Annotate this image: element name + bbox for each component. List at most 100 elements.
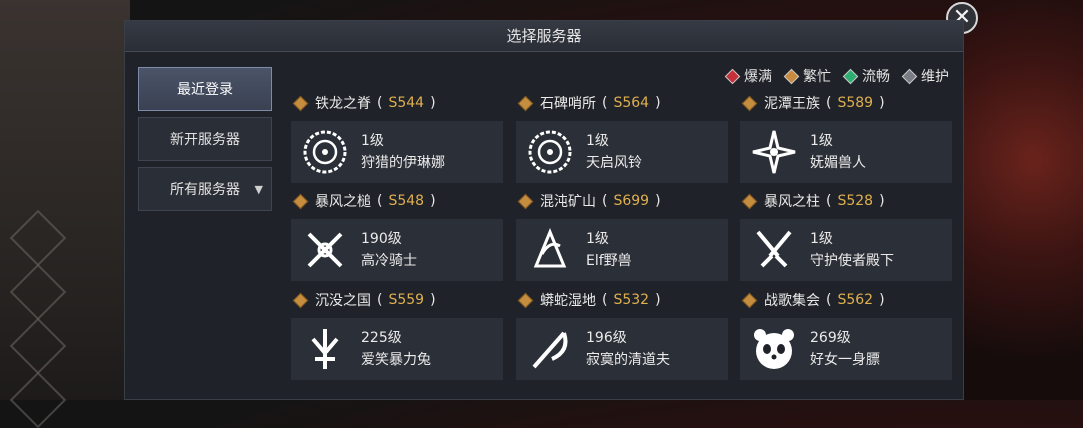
server-code: S548 <box>388 193 425 209</box>
server-header: 泥潭王族 ( S589) <box>740 91 952 115</box>
server-tabs: 最近登录 新开服务器 所有服务器 ▼ <box>138 67 273 217</box>
tab-label: 最近登录 <box>177 82 233 98</box>
server-name: 战歌集会 <box>764 293 820 309</box>
server-code-close: ) <box>879 95 885 111</box>
character-name: 好女一身膘 <box>810 352 880 368</box>
server-header: 战歌集会 (S562) <box>740 288 952 312</box>
tab-new-servers[interactable]: 新开服务器 <box>138 117 272 161</box>
character-card[interactable]: 1级 Elf野兽 <box>516 219 728 281</box>
character-name: 妩媚兽人 <box>810 155 866 171</box>
character-level: 1级 <box>586 133 609 149</box>
server-name: 铁龙之脊 <box>315 96 371 112</box>
server-status-diamond-icon <box>517 193 534 209</box>
server-header: 暴风之槌 (S548) <box>291 189 503 213</box>
server-code-open: ( <box>377 95 383 111</box>
server-header: 蟒蛇湿地 ( S532) <box>516 288 728 312</box>
character-level: 190级 <box>361 231 402 247</box>
character-name: 爱笑暴力兔 <box>361 352 431 368</box>
server-entry[interactable]: 石碑哨所 ( S564) 1级天启风铃 <box>516 91 728 183</box>
server-code-close: ) <box>655 95 661 111</box>
panda-face-icon <box>754 329 794 369</box>
class-emblem-swords-icon <box>307 232 343 268</box>
character-card[interactable]: 1级守护使者殿下 <box>740 219 952 281</box>
server-code: S544 <box>388 95 425 111</box>
triangle-down-icon: ▼ <box>254 183 263 196</box>
server-status-diamond-icon <box>741 193 758 209</box>
tab-recent-login[interactable]: 最近登录 <box>138 67 272 111</box>
character-name: 天启风铃 <box>586 155 642 171</box>
diamond-gray-icon <box>901 68 918 84</box>
character-card[interactable]: 1级狩猎的伊琳娜 <box>291 121 503 183</box>
background-right <box>958 0 1083 400</box>
character-card[interactable]: 1级天启风铃 <box>516 121 728 183</box>
server-status-diamond-icon <box>292 193 309 209</box>
server-entry[interactable]: 蟒蛇湿地 ( S532) 196级寂寞的清道夫 <box>516 288 728 380</box>
legend-label: 爆满 <box>744 69 772 85</box>
server-entry[interactable]: 暴风之柱 (S528) 1级 守护使者殿下 <box>740 189 952 281</box>
server-code: S564 <box>613 95 650 111</box>
server-code: S589 <box>837 95 874 111</box>
server-entry[interactable]: 战歌集会 (S562) 269级好女一身膘 <box>740 288 952 380</box>
server-entry[interactable]: 沉没之国 (S559) 225级 爱笑暴力兔 <box>291 288 503 380</box>
server-name: 混沌矿山 <box>540 194 596 210</box>
server-code: S562 <box>837 292 874 308</box>
character-card[interactable]: 225级 爱笑暴力兔 <box>291 318 503 380</box>
character-card[interactable]: 196级寂寞的清道夫 <box>516 318 728 380</box>
server-code: S532 <box>613 292 650 308</box>
legend-item-smooth: 流畅 <box>842 66 890 86</box>
server-name: 石碑哨所 <box>540 96 596 112</box>
server-header: 沉没之国 (S559) <box>291 288 503 312</box>
character-level: 1级 <box>810 133 833 149</box>
server-entry[interactable]: 暴风之槌 (S548) 190级 高冷骑士 <box>291 189 503 281</box>
server-entry[interactable]: 泥潭王族 ( S589) 1级妩媚兽人 <box>740 91 952 183</box>
server-code-open: ( <box>602 95 608 111</box>
status-legend: 爆满 繁忙 流畅 维护 <box>724 66 949 86</box>
server-entry[interactable]: 混沌矿山 (S699) 1级 Elf野兽 <box>516 189 728 281</box>
character-name: 守护使者殿下 <box>810 253 894 269</box>
character-name: Elf野兽 <box>586 253 632 269</box>
class-emblem-trident-icon <box>311 329 339 369</box>
server-status-diamond-icon <box>741 292 758 308</box>
server-name: 蟒蛇湿地 <box>540 293 596 309</box>
server-header: 铁龙之脊 ( S544) <box>291 91 503 115</box>
class-emblem-scythe-icon <box>532 331 568 369</box>
diamond-orange-icon <box>783 68 800 84</box>
class-emblem-circle-icon <box>528 130 572 174</box>
class-emblem-daggers-icon <box>756 230 792 268</box>
character-level: 1级 <box>586 231 609 247</box>
server-name: 暴风之柱 <box>764 194 820 210</box>
legend-label: 流畅 <box>862 69 890 85</box>
server-code-open: ( <box>826 95 832 111</box>
class-emblem-cross-icon <box>752 130 796 174</box>
character-level: 269级 <box>810 330 851 346</box>
server-name: 泥潭王族 <box>764 96 820 112</box>
tab-label: 新开服务器 <box>170 132 240 148</box>
character-level: 1级 <box>361 133 384 149</box>
character-level: 196级 <box>586 330 627 346</box>
legend-label: 维护 <box>921 69 949 85</box>
server-code-open: ( <box>602 292 608 308</box>
server-code-close: ) <box>879 193 885 209</box>
tab-label: 所有服务器 <box>170 182 240 198</box>
character-level: 1级 <box>810 231 833 247</box>
server-header: 混沌矿山 (S699) <box>516 189 728 213</box>
server-entry[interactable]: 铁龙之脊 ( S544) 1级狩猎的伊琳娜 <box>291 91 503 183</box>
server-code-close: ) <box>430 292 436 308</box>
server-code-close: ) <box>430 95 436 111</box>
character-name: 狩猎的伊琳娜 <box>361 155 445 171</box>
server-select-panel: 选择服务器 最近登录 新开服务器 所有服务器 ▼ 爆满 繁忙 流畅 维护 铁龙之脊… <box>124 20 964 400</box>
server-status-diamond-icon <box>741 95 758 111</box>
server-code-close: ) <box>655 292 661 308</box>
character-card[interactable]: 269级好女一身膘 <box>740 318 952 380</box>
tab-all-servers[interactable]: 所有服务器 ▼ <box>138 167 272 211</box>
server-header: 石碑哨所 ( S564) <box>516 91 728 115</box>
diamond-red-icon <box>724 68 741 84</box>
server-code-close: ) <box>879 292 885 308</box>
server-code-open: ( <box>377 193 383 209</box>
server-code-close: ) <box>655 193 661 209</box>
character-card[interactable]: 1级妩媚兽人 <box>740 121 952 183</box>
character-name: 寂寞的清道夫 <box>586 352 670 368</box>
server-code: S528 <box>837 193 874 209</box>
panel-title: 选择服务器 <box>125 21 963 52</box>
character-card[interactable]: 190级 高冷骑士 <box>291 219 503 281</box>
